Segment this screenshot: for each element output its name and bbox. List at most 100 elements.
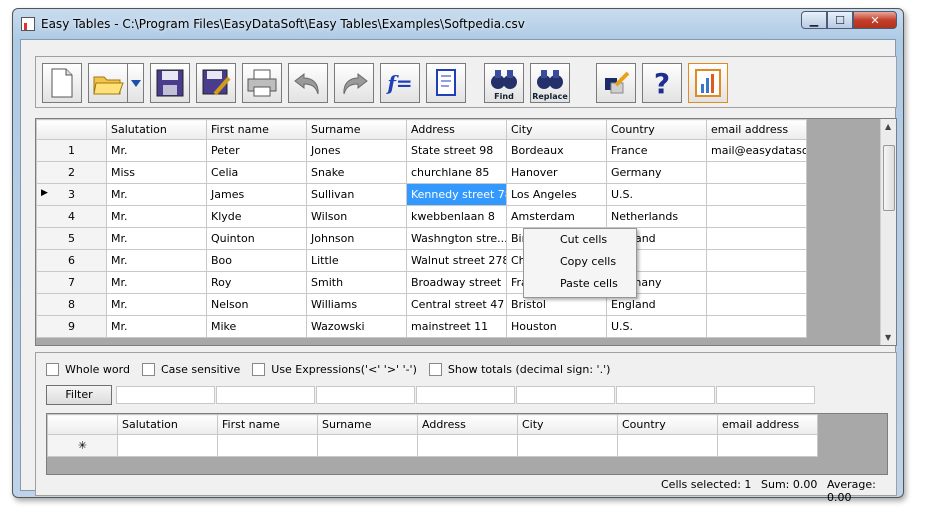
grid-cell[interactable]: Little	[306, 249, 407, 272]
chart-button[interactable]	[688, 63, 728, 103]
column-header[interactable]: email address	[717, 414, 818, 435]
grid-cell[interactable]: Bordeaux	[506, 139, 607, 162]
grid-cell[interactable]: Mike	[206, 315, 307, 338]
grid-cell[interactable]: James	[206, 183, 307, 206]
grid-cell[interactable]	[706, 161, 807, 184]
grid-cell[interactable]	[717, 434, 818, 457]
case-sensitive-checkbox[interactable]: Case sensitive	[141, 363, 240, 376]
grid-cell[interactable]	[706, 249, 807, 272]
grid-cell[interactable]: Mr.	[106, 271, 207, 294]
grid-cell[interactable]: Nelson	[206, 293, 307, 316]
row-header[interactable]: 9	[36, 315, 107, 338]
context-menu-item[interactable]: Cut cells	[524, 229, 636, 251]
row-header[interactable]: 5	[36, 227, 107, 250]
grid-cell[interactable]: Mr.	[106, 183, 207, 206]
context-menu-item[interactable]: Paste cells	[524, 273, 636, 295]
grid-cell[interactable]: Celia	[206, 161, 307, 184]
whole-word-checkbox[interactable]: Whole word	[46, 363, 130, 376]
filter-input-surname[interactable]	[316, 386, 415, 404]
find-button[interactable]: Find	[484, 63, 524, 103]
filter-input-email[interactable]	[716, 386, 815, 404]
checkbox-box[interactable]	[46, 363, 59, 376]
grid-cell[interactable]: Klyde	[206, 205, 307, 228]
help-button[interactable]: ?	[642, 63, 682, 103]
scroll-down-icon[interactable]: ▼	[885, 333, 891, 342]
grid-cell[interactable]: Hanover	[506, 161, 607, 184]
grid-cell[interactable]: Miss	[106, 161, 207, 184]
grid-cell[interactable]: Mr.	[106, 293, 207, 316]
column-header[interactable]: Address	[417, 414, 518, 435]
grid-cell[interactable]	[217, 434, 318, 457]
row-header[interactable]: 1	[36, 139, 107, 162]
grid-cell[interactable]: Germany	[606, 161, 707, 184]
filter-input-city[interactable]	[516, 386, 615, 404]
grid-cell[interactable]: U.S.	[606, 315, 707, 338]
grid-cell[interactable]	[417, 434, 518, 457]
use-expressions-checkbox[interactable]: Use Expressions('<' '>' '-')	[252, 363, 417, 376]
grid-cell[interactable]	[117, 434, 218, 457]
grid-cell[interactable]: Quinton	[206, 227, 307, 250]
grid-cell[interactable]	[706, 315, 807, 338]
maximize-button[interactable]: ☐	[827, 11, 853, 29]
checkbox-box[interactable]	[141, 363, 155, 376]
grid-cell[interactable]: Central street 47	[406, 293, 507, 316]
checkbox-box[interactable]	[428, 363, 442, 376]
save-as-button[interactable]	[196, 63, 236, 103]
row-header[interactable]: 8	[36, 293, 107, 316]
grid-cell[interactable]	[317, 434, 418, 457]
grid-cell[interactable]: U.S.	[606, 183, 707, 206]
grid-cell[interactable]: Netherlands	[606, 205, 707, 228]
grid-cell[interactable]: Mr.	[106, 139, 207, 162]
column-header[interactable]: City	[517, 414, 618, 435]
grid-cell[interactable]: Wilson	[306, 205, 407, 228]
column-header[interactable]: Address	[406, 119, 507, 140]
new-row-marker[interactable]: ✳	[47, 434, 118, 457]
scroll-thumb[interactable]	[883, 145, 895, 211]
open-dropdown-button[interactable]	[128, 63, 144, 103]
grid-cell[interactable]: State street 98	[406, 139, 507, 162]
undo-button[interactable]	[288, 63, 328, 103]
grid-cell[interactable]	[706, 227, 807, 250]
grid-cell[interactable]: Smith	[306, 271, 407, 294]
vertical-scrollbar[interactable]: ▲ ▼	[880, 119, 896, 345]
column-header[interactable]: Surname	[317, 414, 418, 435]
column-header[interactable]: Salutation	[106, 119, 207, 140]
grid-cell[interactable]: Boo	[206, 249, 307, 272]
filter-input-first-name[interactable]	[216, 386, 315, 404]
checkbox-box[interactable]	[252, 363, 266, 376]
corner-cell[interactable]	[47, 414, 118, 435]
grid-cell[interactable]: Los Angeles	[506, 183, 607, 206]
grid-cell[interactable]: Mr.	[106, 227, 207, 250]
grid-cell[interactable]: Houston	[506, 315, 607, 338]
filter-input-country[interactable]	[616, 386, 715, 404]
main-data-grid[interactable]: Salutation First name Surname Address Ci…	[35, 118, 897, 346]
corner-cell[interactable]	[36, 119, 107, 140]
app-icon[interactable]	[21, 17, 35, 31]
column-header[interactable]: Country	[617, 414, 718, 435]
grid-cell[interactable]: mail@easydataso...	[706, 139, 807, 162]
filter-button[interactable]: Filter	[46, 385, 112, 405]
new-row-grid[interactable]: Salutation First name Surname Address Ci…	[46, 413, 888, 475]
context-menu-item[interactable]: Copy cells	[524, 251, 636, 273]
grid-cell[interactable]: Williams	[306, 293, 407, 316]
grid-cell[interactable]: Wazowski	[306, 315, 407, 338]
grid-cell[interactable]: France	[606, 139, 707, 162]
grid-cell[interactable]	[617, 434, 718, 457]
grid-cell[interactable]: Washngton stre...	[406, 227, 507, 250]
grid-cell[interactable]: Sullivan	[306, 183, 407, 206]
column-header[interactable]: Country	[606, 119, 707, 140]
minimize-button[interactable]: ▁	[801, 11, 827, 29]
column-header[interactable]: City	[506, 119, 607, 140]
column-header[interactable]: Salutation	[117, 414, 218, 435]
open-file-button[interactable]	[88, 63, 128, 103]
row-header[interactable]: 6	[36, 249, 107, 272]
scroll-up-icon[interactable]: ▲	[885, 122, 891, 131]
grid-cell[interactable]: Snake	[306, 161, 407, 184]
grid-cell[interactable]: mainstreet 11	[406, 315, 507, 338]
title-bar[interactable]: Easy Tables - C:\Program Files\EasyDataS…	[13, 9, 903, 39]
column-header[interactable]: email address	[706, 119, 807, 140]
grid-cell[interactable]	[706, 293, 807, 316]
script-button[interactable]	[426, 63, 466, 103]
grid-cell[interactable]: Peter	[206, 139, 307, 162]
grid-cell[interactable]: kwebbenlaan 8	[406, 205, 507, 228]
